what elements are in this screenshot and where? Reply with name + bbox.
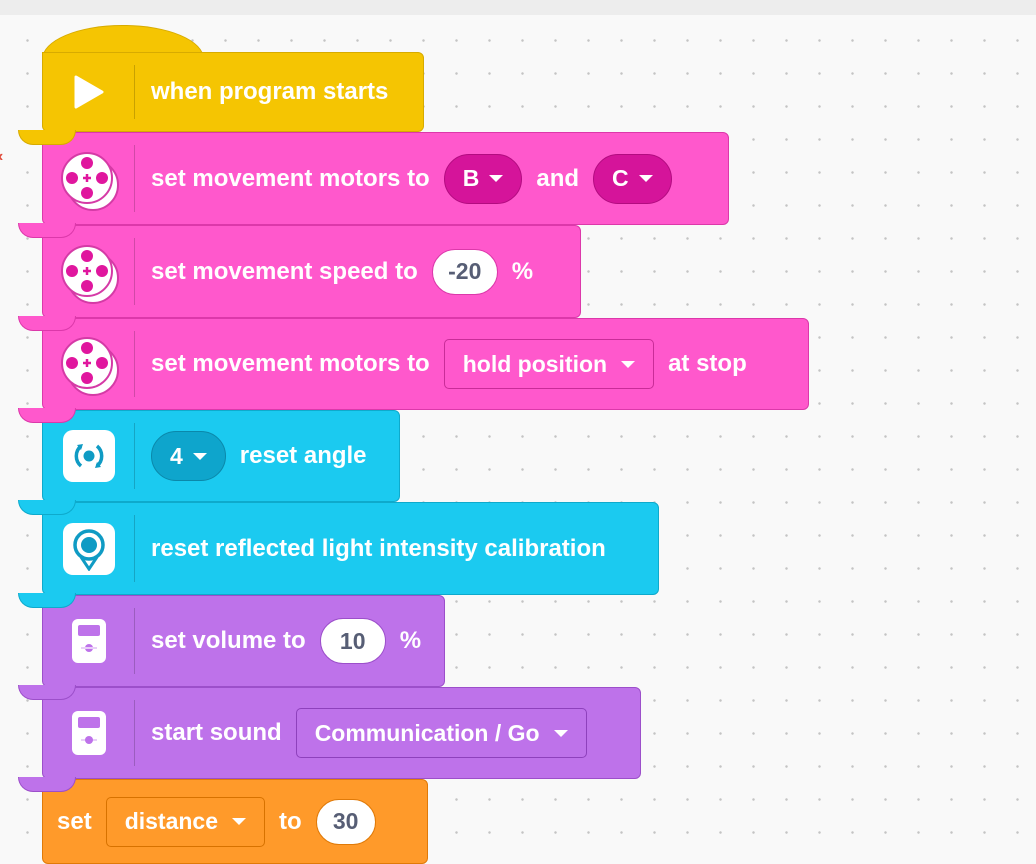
hub-icon <box>72 619 106 663</box>
play-icon <box>74 75 104 109</box>
motor-a-value: B <box>462 165 480 191</box>
chevron-down-icon <box>638 175 653 182</box>
set-variable-block[interactable]: set distance to 30 <box>42 779 428 864</box>
block-connector <box>18 593 76 608</box>
motor-a-dropdown[interactable]: B <box>443 153 523 204</box>
chevron-down-icon <box>192 452 207 460</box>
block-label: start sound <box>151 719 282 746</box>
block-label: set movement motors to <box>151 164 430 192</box>
gyro-icon <box>63 430 115 482</box>
chevron-down-icon <box>621 360 636 368</box>
block-connector <box>18 130 76 145</box>
block-icon-area <box>43 411 135 501</box>
variable-value: distance <box>124 808 219 834</box>
sound-dropdown[interactable]: Communication / Go <box>295 708 587 758</box>
set-movement-motors-block[interactable]: set movement motors to B and C <box>42 132 729 225</box>
block-label: when program starts <box>151 78 389 105</box>
block-icon-area <box>43 53 135 131</box>
hub-icon <box>72 711 106 755</box>
when-program-starts-block[interactable]: when program starts <box>42 52 424 132</box>
joiner-label: and <box>536 164 580 192</box>
block-icon-area <box>43 226 135 317</box>
block-label: set volume to <box>151 627 306 654</box>
suffix-label: at stop <box>668 350 747 377</box>
chevron-down-icon <box>232 818 247 825</box>
start-sound-block[interactable]: start sound Communication / Go <box>42 687 641 779</box>
set-volume-block[interactable]: set volume to 10 % <box>42 595 445 687</box>
motor-b-value: C <box>612 165 629 191</box>
block-connector <box>18 777 76 792</box>
block-connector <box>18 685 76 700</box>
stop-mode-value: hold position <box>462 350 608 377</box>
unit-label: % <box>399 627 422 654</box>
block-icon-area <box>43 503 135 594</box>
variable-dropdown[interactable]: distance <box>105 796 266 847</box>
block-connector <box>18 500 76 515</box>
block-label: reset reflected light intensity calibrat… <box>151 534 606 562</box>
reset-angle-block[interactable]: 4 reset angle <box>42 410 400 502</box>
block-label: set movement motors to <box>151 350 430 377</box>
motor-b-dropdown[interactable]: C <box>593 153 672 204</box>
motor-pair-icon <box>61 337 119 396</box>
set-stop-action-block[interactable]: set movement motors to hold position at … <box>42 318 809 410</box>
variable-value-input[interactable]: 30 <box>315 798 376 845</box>
sound-value: Communication / Go <box>314 719 540 746</box>
block-connector <box>18 316 76 331</box>
port-dropdown[interactable]: 4 <box>151 431 226 481</box>
color-sensor-icon <box>63 522 115 575</box>
block-label: set movement speed to <box>151 257 418 285</box>
chevron-down-icon <box>489 175 504 182</box>
motor-pair-icon <box>61 244 119 304</box>
set-movement-speed-block[interactable]: set movement speed to -20 % <box>42 225 581 318</box>
motor-pair-icon <box>61 151 119 211</box>
volume-input[interactable]: 10 <box>319 618 386 664</box>
stop-mode-dropdown[interactable]: hold position <box>443 339 655 389</box>
block-label: reset angle <box>239 442 367 469</box>
block-label: set <box>57 807 92 835</box>
top-bar <box>0 0 1036 15</box>
joiner-label: to <box>279 807 302 835</box>
unit-label: % <box>511 257 534 285</box>
block-icon-area <box>43 688 135 778</box>
chevron-down-icon <box>553 729 568 737</box>
block-icon-area <box>43 319 135 409</box>
block-icon-area <box>43 133 135 224</box>
port-value: 4 <box>170 442 183 469</box>
edge-marker: ‹ <box>0 148 3 166</box>
block-connector <box>18 408 76 423</box>
speed-input[interactable]: -20 <box>431 248 498 295</box>
block-connector <box>18 223 76 238</box>
block-icon-area <box>43 596 135 686</box>
reset-light-calibration-block[interactable]: reset reflected light intensity calibrat… <box>42 502 659 595</box>
